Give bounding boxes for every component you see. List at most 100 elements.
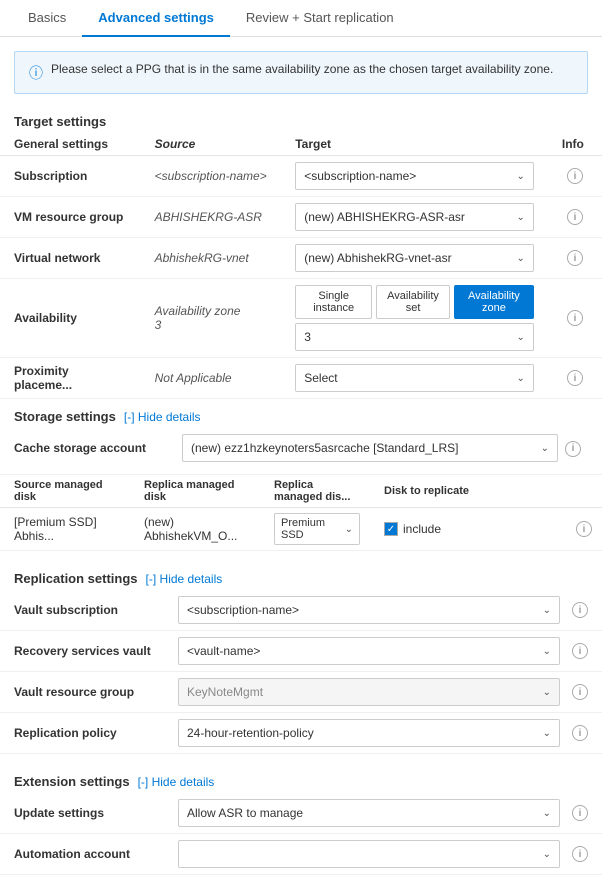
recovery-vault-value: <vault-name> bbox=[187, 644, 260, 658]
avail-single-btn[interactable]: Single instance bbox=[295, 285, 372, 319]
cache-storage-row: Cache storage account (new) ezz1hzkeynot… bbox=[0, 428, 602, 475]
chevron-down-icon: ⌄ bbox=[345, 524, 353, 535]
info-circle-icon[interactable]: i bbox=[567, 310, 583, 326]
extension-settings-label: Extension settings bbox=[14, 774, 130, 789]
disk-col1-header: Source managed disk bbox=[0, 475, 130, 508]
cache-info-cell: i bbox=[558, 428, 588, 468]
vnet-source: AbhishekRG-vnet bbox=[141, 238, 282, 279]
storage-hide-details-link[interactable]: [-] Hide details bbox=[124, 410, 201, 424]
cache-storage-dropdown[interactable]: (new) ezz1hzkeynoters5asrcache [Standard… bbox=[182, 434, 558, 462]
table-row: Recovery services vault <vault-name> ⌄ i bbox=[0, 631, 602, 672]
info-circle-icon[interactable]: i bbox=[567, 209, 583, 225]
replication-policy-dropdown-cell: 24-hour-retention-policy ⌄ bbox=[170, 713, 568, 754]
info-banner: ⓘ Please select a PPG that is in the sam… bbox=[14, 51, 588, 94]
extension-hide-details-link[interactable]: [-] Hide details bbox=[138, 775, 215, 789]
replication-policy-value: 24-hour-retention-policy bbox=[187, 726, 314, 740]
extension-section-header: Extension settings [-] Hide details bbox=[0, 764, 602, 793]
availability-target: Single instance Availability set Availab… bbox=[281, 279, 548, 358]
disk-replica-value: (new) AbhishekVM_O... bbox=[130, 508, 260, 551]
recovery-vault-dropdown[interactable]: <vault-name> ⌄ bbox=[178, 637, 560, 665]
col-info-header: Info bbox=[548, 133, 602, 156]
avail-zone-value: 3 bbox=[304, 330, 311, 344]
avail-set-btn[interactable]: Availability set bbox=[376, 285, 450, 319]
availability-source: Availability zone 3 bbox=[141, 279, 282, 358]
info-circle-icon[interactable]: i bbox=[567, 370, 583, 386]
info-circle-icon[interactable]: i bbox=[572, 684, 588, 700]
info-circle-icon[interactable]: i bbox=[572, 846, 588, 862]
info-circle-icon[interactable]: i bbox=[565, 441, 581, 457]
proximity-dropdown[interactable]: Select ⌄ bbox=[295, 364, 534, 392]
vnet-label: Virtual network bbox=[0, 238, 141, 279]
info-circle-icon[interactable]: i bbox=[572, 805, 588, 821]
disk-row: [Premium SSD] Abhis... (new) AbhishekVM_… bbox=[0, 508, 602, 551]
avail-zone-dropdown[interactable]: 3 ⌄ bbox=[295, 323, 534, 351]
storage-settings-label: Storage settings bbox=[14, 409, 116, 424]
proximity-dropdown-value: Select bbox=[304, 371, 337, 385]
vault-rg-value: KeyNoteMgmt bbox=[187, 685, 263, 699]
disk-include-checkbox[interactable]: ✓ include bbox=[384, 522, 552, 536]
proximity-label: Proximity placeme... bbox=[0, 358, 141, 399]
automation-account-dropdown-cell: ⌄ bbox=[170, 834, 568, 875]
table-row: Replication policy 24-hour-retention-pol… bbox=[0, 713, 602, 754]
replication-section-header: Replication settings [-] Hide details bbox=[0, 561, 602, 590]
tab-advanced[interactable]: Advanced settings bbox=[82, 0, 230, 37]
table-row: Update settings Allow ASR to manage ⌄ i bbox=[0, 793, 602, 834]
recovery-vault-label: Recovery services vault bbox=[0, 631, 170, 672]
table-row: Virtual network AbhishekRG-vnet (new) Ab… bbox=[0, 238, 602, 279]
replication-policy-dropdown[interactable]: 24-hour-retention-policy ⌄ bbox=[178, 719, 560, 747]
extension-settings-table: Update settings Allow ASR to manage ⌄ i … bbox=[0, 793, 602, 875]
chevron-down-icon: ⌄ bbox=[543, 728, 551, 739]
cache-storage-label: Cache storage account bbox=[14, 428, 174, 468]
replication-settings-label: Replication settings bbox=[14, 571, 138, 586]
info-circle-icon[interactable]: i bbox=[567, 168, 583, 184]
vault-sub-label: Vault subscription bbox=[0, 590, 170, 631]
disk-type-dropdown[interactable]: Premium SSD ⌄ bbox=[274, 513, 360, 545]
vm-rg-dropdown[interactable]: (new) ABHISHEKRG-ASR-asr ⌄ bbox=[295, 203, 534, 231]
cache-storage-value: (new) ezz1hzkeynoters5asrcache [Standard… bbox=[191, 441, 458, 455]
col-source-header: Source bbox=[141, 133, 282, 156]
vault-rg-dropdown-cell: KeyNoteMgmt ⌄ bbox=[170, 672, 568, 713]
disk-type-value: Premium SSD bbox=[281, 517, 341, 541]
col-target-header: Target bbox=[281, 133, 548, 156]
col-general-header: General settings bbox=[0, 133, 141, 156]
tab-basics[interactable]: Basics bbox=[12, 0, 82, 37]
subscription-info: i bbox=[548, 156, 602, 197]
update-settings-dropdown-cell: Allow ASR to manage ⌄ bbox=[170, 793, 568, 834]
vault-sub-dropdown[interactable]: <subscription-name> ⌄ bbox=[178, 596, 560, 624]
disk-replicate-cell: ✓ include bbox=[370, 508, 562, 551]
chevron-down-icon: ⌄ bbox=[543, 605, 551, 616]
disk-source-value: [Premium SSD] Abhis... bbox=[0, 508, 130, 551]
update-settings-dropdown[interactable]: Allow ASR to manage ⌄ bbox=[178, 799, 560, 827]
info-circle-icon[interactable]: i bbox=[572, 602, 588, 618]
recovery-vault-dropdown-cell: <vault-name> ⌄ bbox=[170, 631, 568, 672]
table-row: Vault subscription <subscription-name> ⌄… bbox=[0, 590, 602, 631]
info-circle-icon[interactable]: i bbox=[576, 521, 592, 537]
vm-rg-label: VM resource group bbox=[0, 197, 141, 238]
update-settings-label: Update settings bbox=[0, 793, 170, 834]
table-row: Availability Availability zone 3 Single … bbox=[0, 279, 602, 358]
availability-source-line2: 3 bbox=[155, 318, 268, 332]
info-circle-icon[interactable]: i bbox=[572, 725, 588, 741]
disk-table: Source managed disk Replica managed disk… bbox=[0, 475, 602, 551]
proximity-source: Not Applicable bbox=[141, 358, 282, 399]
table-row: Subscription <subscription-name> <subscr… bbox=[0, 156, 602, 197]
availability-source-line1: Availability zone bbox=[155, 304, 268, 318]
info-circle-icon[interactable]: i bbox=[567, 250, 583, 266]
vault-rg-dropdown: KeyNoteMgmt ⌄ bbox=[178, 678, 560, 706]
subscription-target: <subscription-name> ⌄ bbox=[281, 156, 548, 197]
chevron-down-icon: ⌄ bbox=[517, 212, 525, 223]
target-settings-header: Target settings bbox=[0, 104, 602, 133]
vault-sub-dropdown-cell: <subscription-name> ⌄ bbox=[170, 590, 568, 631]
tab-review[interactable]: Review + Start replication bbox=[230, 0, 410, 37]
subscription-dropdown[interactable]: <subscription-name> ⌄ bbox=[295, 162, 534, 190]
info-circle-icon[interactable]: i bbox=[572, 643, 588, 659]
avail-zone-btn[interactable]: Availability zone bbox=[454, 285, 534, 319]
tab-bar: Basics Advanced settings Review + Start … bbox=[0, 0, 602, 37]
automation-account-dropdown[interactable]: ⌄ bbox=[178, 840, 560, 868]
replication-hide-details-link[interactable]: [-] Hide details bbox=[146, 572, 223, 586]
chevron-down-icon: ⌄ bbox=[543, 849, 551, 860]
subscription-dropdown-value: <subscription-name> bbox=[304, 169, 416, 183]
vnet-dropdown[interactable]: (new) AbhishekRG-vnet-asr ⌄ bbox=[295, 244, 534, 272]
vm-rg-dropdown-value: (new) ABHISHEKRG-ASR-asr bbox=[304, 210, 465, 224]
chevron-down-icon: ⌄ bbox=[517, 373, 525, 384]
